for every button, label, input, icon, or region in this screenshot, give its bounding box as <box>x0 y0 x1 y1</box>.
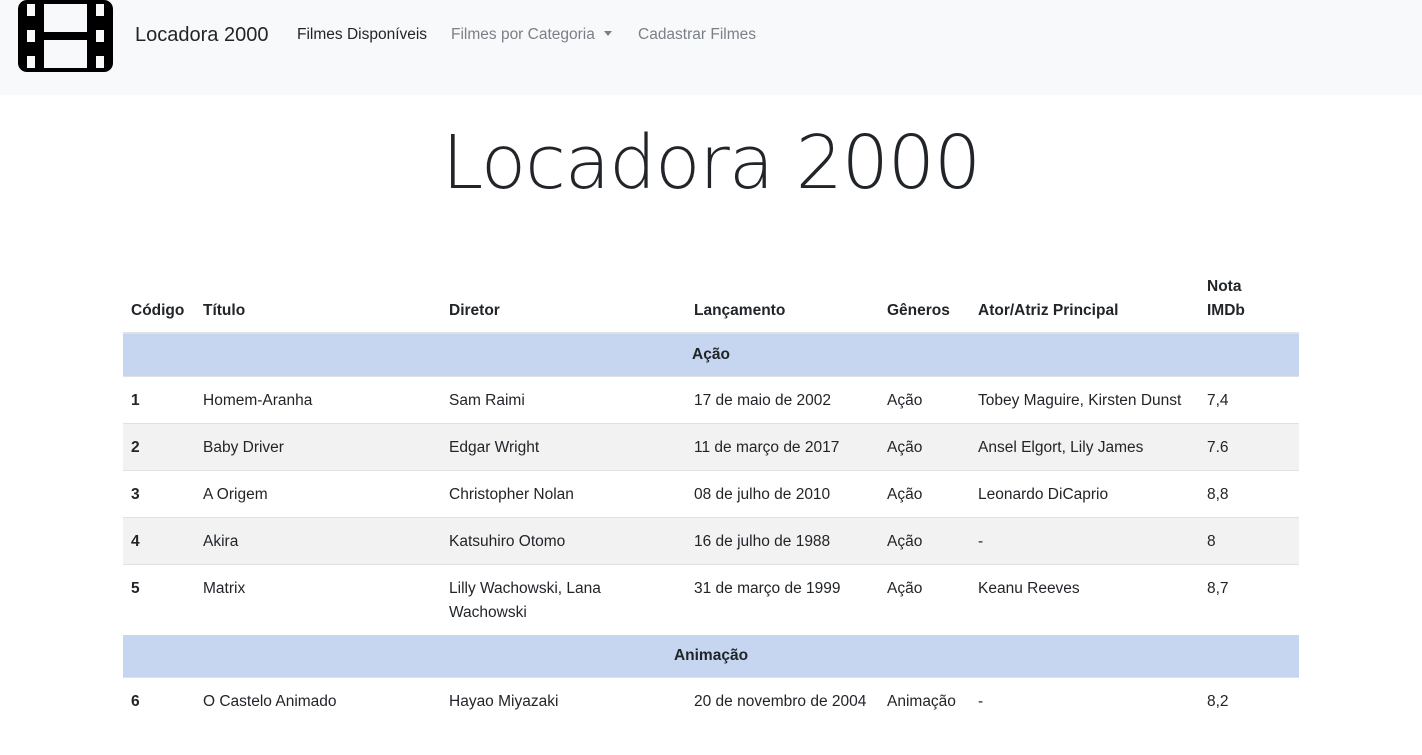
cell-release: 11 de março de 2017 <box>686 423 879 471</box>
cell-code: 4 <box>123 517 195 565</box>
table-row: 1 Homem-Aranha Sam Raimi 17 de maio de 2… <box>123 376 1299 424</box>
cell-title: Baby Driver <box>195 423 441 471</box>
cell-title: O Castelo Animado <box>195 677 441 724</box>
caret-down-icon <box>603 31 612 36</box>
cell-code: 6 <box>123 677 195 724</box>
cell-release: 08 de julho de 2010 <box>686 470 879 518</box>
cell-rating: 8 <box>1199 517 1299 565</box>
header-imdb-line: IMDb <box>1207 302 1245 319</box>
cell-title: Matrix <box>195 564 441 635</box>
nav-dropdown-filmes-por-categoria[interactable]: Filmes por Categoria <box>451 26 612 44</box>
cell-director: Katsuhiro Otomo <box>441 517 686 565</box>
table-header: Código Título Diretor Lançamento Gêneros… <box>123 267 1299 334</box>
table-row: 5 Matrix Lilly Wachowski, Lana Wachowski… <box>123 564 1299 635</box>
table-row: 4 Akira Katsuhiro Otomo 16 de julho de 1… <box>123 517 1299 565</box>
cell-director: Christopher Nolan <box>441 470 686 518</box>
cell-title: Homem-Aranha <box>195 376 441 424</box>
cell-actors: - <box>970 677 1199 724</box>
cell-release: 20 de novembro de 2004 <box>686 677 879 724</box>
cell-rating: 7,4 <box>1199 376 1299 424</box>
cell-release: 31 de março de 1999 <box>686 564 879 635</box>
header-lancamento: Lançamento <box>686 267 879 334</box>
cell-title: A Origem <box>195 470 441 518</box>
cell-code: 2 <box>123 423 195 471</box>
cell-actors: Keanu Reeves <box>970 564 1199 635</box>
cell-release: 17 de maio de 2002 <box>686 376 879 424</box>
table-row: 6 O Castelo Animado Hayao Miyazaki 20 de… <box>123 677 1299 724</box>
movies-table: Código Título Diretor Lançamento Gêneros… <box>123 267 1299 724</box>
nav-link-cadastrar-filmes[interactable]: Cadastrar Filmes <box>638 26 756 44</box>
header-diretor: Diretor <box>441 267 686 334</box>
header-nota-line: Nota <box>1207 278 1242 295</box>
header-ator-atriz: Ator/Atriz Principal <box>970 267 1199 334</box>
cell-genre: Ação <box>879 470 970 518</box>
header-titulo: Título <box>195 267 441 334</box>
cell-genre: Ação <box>879 517 970 565</box>
cell-actors: Leonardo DiCaprio <box>970 470 1199 518</box>
cell-release: 16 de julho de 1988 <box>686 517 879 565</box>
cell-title: Akira <box>195 517 441 565</box>
cell-genre: Ação <box>879 564 970 635</box>
cell-genre: Ação <box>879 423 970 471</box>
cell-director: Lilly Wachowski, Lana Wachowski <box>441 564 686 635</box>
category-label: Animação <box>123 635 1299 678</box>
header-nota-imdb: Nota IMDb <box>1199 267 1299 334</box>
cell-rating: 7.6 <box>1199 423 1299 471</box>
cell-code: 3 <box>123 470 195 518</box>
table-row: 2 Baby Driver Edgar Wright 11 de março d… <box>123 423 1299 471</box>
cell-actors: - <box>970 517 1199 565</box>
cell-actors: Ansel Elgort, Lily James <box>970 423 1199 471</box>
table-row: 3 A Origem Christopher Nolan 08 de julho… <box>123 470 1299 518</box>
header-codigo: Código <box>123 267 195 334</box>
header-generos: Gêneros <box>879 267 970 334</box>
cell-code: 5 <box>123 564 195 635</box>
table-body: Ação 1 Homem-Aranha Sam Raimi 17 de maio… <box>123 333 1299 724</box>
nav-dropdown-label: Filmes por Categoria <box>451 26 595 43</box>
page-title: Locadora 2000 <box>441 120 981 206</box>
category-row-animacao: Animação <box>123 635 1299 678</box>
film-icon[interactable] <box>18 0 113 72</box>
cell-director: Sam Raimi <box>441 376 686 424</box>
cell-code: 1 <box>123 376 195 424</box>
cell-rating: 8,8 <box>1199 470 1299 518</box>
category-row-acao: Ação <box>123 333 1299 377</box>
cell-genre: Animação <box>879 677 970 724</box>
nav-link-filmes-disponiveis[interactable]: Filmes Disponíveis <box>297 26 427 44</box>
cell-genre: Ação <box>879 376 970 424</box>
category-label: Ação <box>123 333 1299 377</box>
cell-director: Edgar Wright <box>441 423 686 471</box>
cell-rating: 8,7 <box>1199 564 1299 635</box>
navbar-brand[interactable]: Locadora 2000 <box>135 24 268 47</box>
cell-rating: 8,2 <box>1199 677 1299 724</box>
navbar: Locadora 2000 Filmes Disponíveis Filmes … <box>0 0 1422 95</box>
cell-director: Hayao Miyazaki <box>441 677 686 724</box>
cell-actors: Tobey Maguire, Kirsten Dunst <box>970 376 1199 424</box>
